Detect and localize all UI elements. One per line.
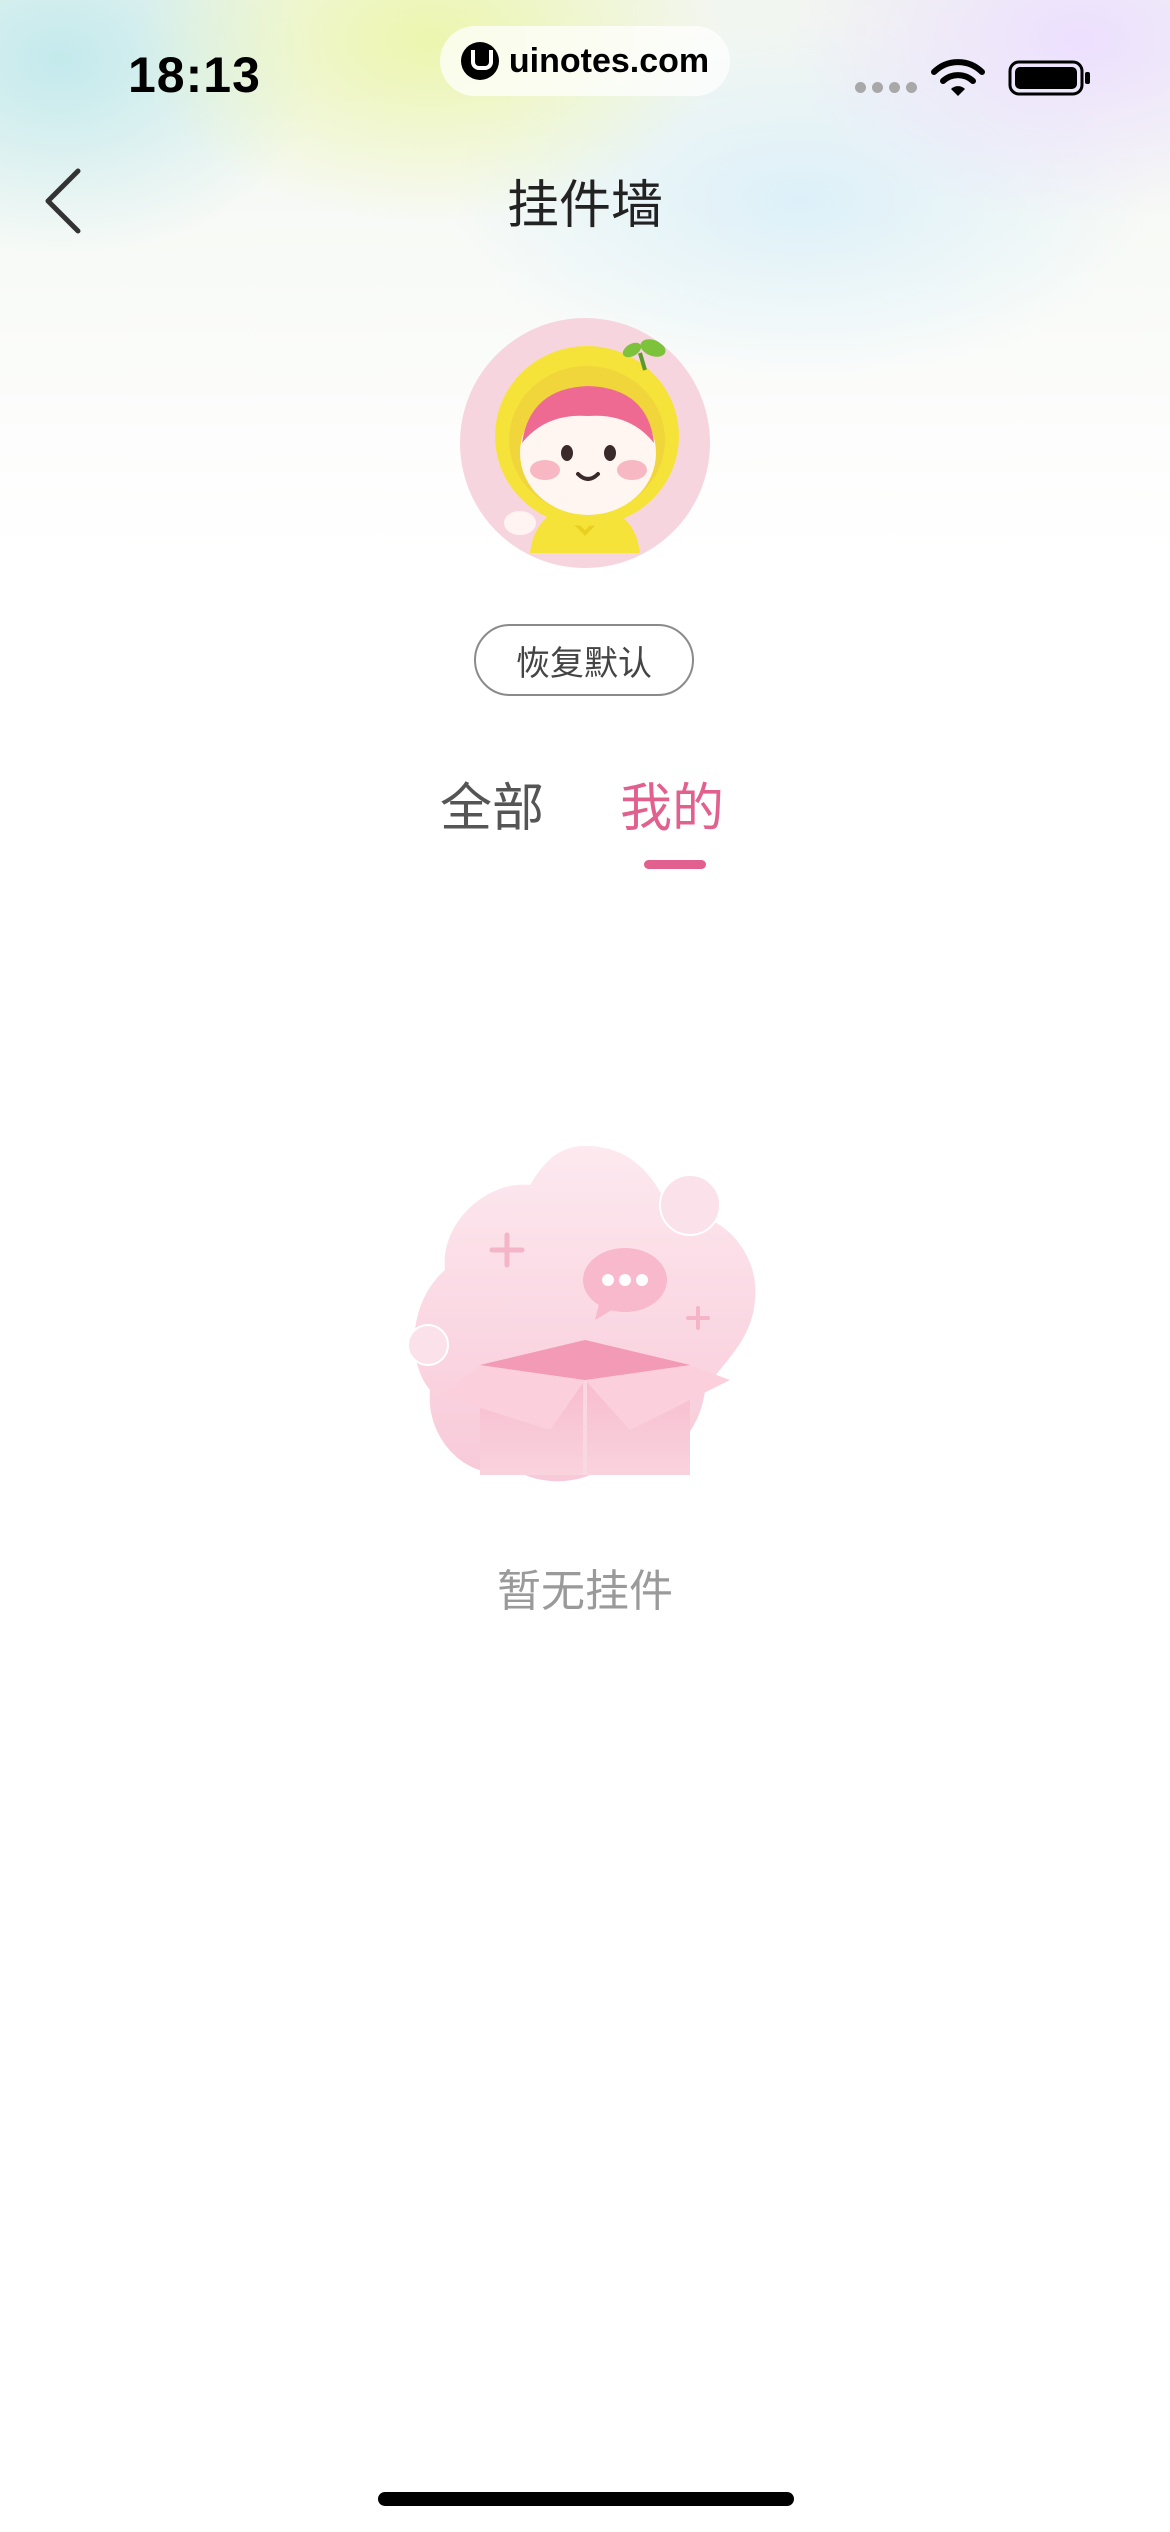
avatar (460, 318, 710, 568)
home-indicator[interactable] (378, 2492, 794, 2506)
uinotes-logo-icon (460, 42, 499, 80)
tab-all[interactable]: 全部 (440, 766, 544, 841)
restore-default-button[interactable]: 恢复默认 (474, 624, 694, 696)
cellular-signal-icon (855, 82, 917, 93)
battery-icon (1008, 60, 1090, 96)
empty-state-text: 暂无挂件 (497, 1566, 673, 1617)
empty-box-icon (407, 1146, 756, 1482)
active-tab-indicator (644, 860, 706, 869)
url-pill[interactable]: uinotes.com (440, 26, 730, 96)
tab-mine[interactable]: 我的 (620, 766, 724, 841)
url-text: uinotes.com (508, 41, 710, 80)
cartoon-lemon-girl-avatar-icon (495, 339, 679, 553)
status-time: 18:13 (128, 47, 261, 103)
page-title: 挂件墙 (506, 176, 663, 236)
status-bar: 18:13 uinotes.com (0, 0, 1170, 150)
wifi-icon (931, 59, 985, 96)
